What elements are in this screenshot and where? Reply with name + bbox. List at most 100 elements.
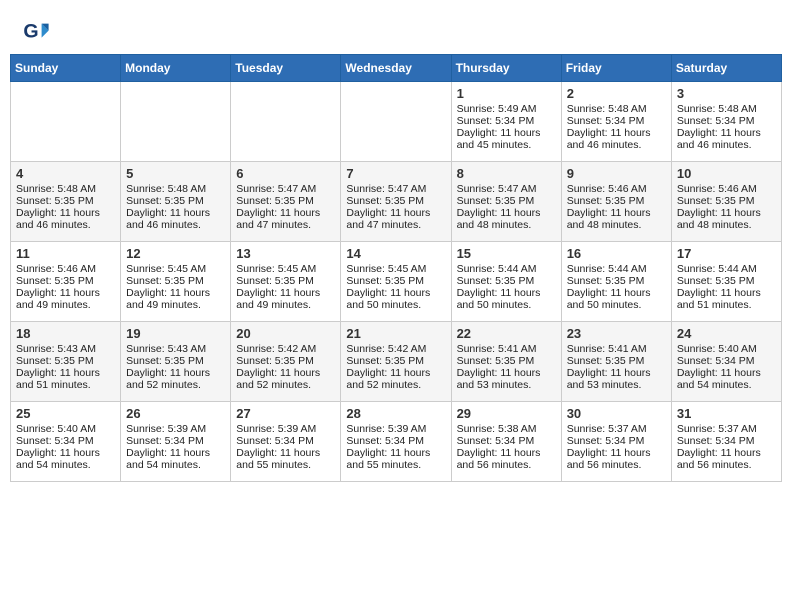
cell-content: Sunset: 5:35 PM <box>16 355 115 367</box>
cell-content: Sunset: 5:35 PM <box>457 195 556 207</box>
cell-content: Sunrise: 5:39 AM <box>126 423 225 435</box>
cell-content: Daylight: 11 hours <box>346 367 445 379</box>
cell-content: and 49 minutes. <box>16 299 115 311</box>
calendar-cell: 23Sunrise: 5:41 AMSunset: 5:35 PMDayligh… <box>561 322 671 402</box>
cell-content: Sunrise: 5:48 AM <box>126 183 225 195</box>
cell-content: Daylight: 11 hours <box>457 287 556 299</box>
cell-content: and 52 minutes. <box>236 379 335 391</box>
calendar-cell: 12Sunrise: 5:45 AMSunset: 5:35 PMDayligh… <box>121 242 231 322</box>
cell-content: Daylight: 11 hours <box>457 207 556 219</box>
cell-content: and 46 minutes. <box>126 219 225 231</box>
cell-content: Sunset: 5:34 PM <box>236 435 335 447</box>
cell-content: and 45 minutes. <box>457 139 556 151</box>
calendar-cell: 25Sunrise: 5:40 AMSunset: 5:34 PMDayligh… <box>11 402 121 482</box>
cell-content: and 46 minutes. <box>16 219 115 231</box>
calendar-cell: 14 Sunrise: 5:45 AMSunset: 5:35 PMDayligh… <box>341 242 451 322</box>
cell-content: Daylight: 11 hours <box>236 367 335 379</box>
cell-content: Sunrise: 5:49 AM <box>457 103 556 115</box>
calendar-table: SundayMondayTuesdayWednesdayThursdayFrid… <box>10 54 782 482</box>
cell-content: and 56 minutes. <box>567 459 666 471</box>
cell-content: and 54 minutes. <box>677 379 776 391</box>
day-number: 13 <box>236 246 335 261</box>
calendar-cell: 15Sunrise: 5:44 AMSunset: 5:35 PMDayligh… <box>451 242 561 322</box>
cell-content: Daylight: 11 hours <box>236 447 335 459</box>
cell-content: and 47 minutes. <box>346 219 445 231</box>
day-number: 27 <box>236 406 335 421</box>
day-number: 26 <box>126 406 225 421</box>
cell-content: Sunset: 5:34 PM <box>677 435 776 447</box>
weekday-header-wednesday: Wednesday <box>341 55 451 82</box>
svg-text:G: G <box>23 21 38 43</box>
calendar-cell: 21Sunrise: 5:42 AMSunset: 5:35 PMDayligh… <box>341 322 451 402</box>
cell-content: Sunset: 5:34 PM <box>346 435 445 447</box>
weekday-header-thursday: Thursday <box>451 55 561 82</box>
day-number: 14 <box>346 246 445 261</box>
week-row-5: 25Sunrise: 5:40 AMSunset: 5:34 PMDayligh… <box>11 402 782 482</box>
calendar-cell <box>121 82 231 162</box>
calendar-cell: 13Sunrise: 5:45 AMSunset: 5:35 PMDayligh… <box>231 242 341 322</box>
cell-content: Daylight: 11 hours <box>346 287 445 299</box>
cell-content: Sunset: 5:35 PM <box>126 195 225 207</box>
cell-content: Sunrise: 5:43 AM <box>126 343 225 355</box>
cell-content: Daylight: 11 hours <box>126 207 225 219</box>
cell-content: and 48 minutes. <box>457 219 556 231</box>
calendar-cell: 17Sunrise: 5:44 AMSunset: 5:35 PMDayligh… <box>671 242 781 322</box>
calendar-cell: 27 Sunrise: 5:39 AMSunset: 5:34 PMDayligh… <box>231 402 341 482</box>
cell-content: and 52 minutes. <box>126 379 225 391</box>
cell-content: Sunset: 5:35 PM <box>567 275 666 287</box>
day-number: 29 <box>457 406 556 421</box>
cell-content: Daylight: 11 hours <box>567 207 666 219</box>
cell-content: Sunset: 5:34 PM <box>677 115 776 127</box>
cell-content: Daylight: 11 hours <box>16 367 115 379</box>
cell-content: Sunset: 5:35 PM <box>346 275 445 287</box>
cell-content: Sunrise: 5:46 AM <box>567 183 666 195</box>
cell-content: Sunrise: 5:45 AM <box>346 263 445 275</box>
cell-content: Sunrise: 5:39 AM <box>346 423 445 435</box>
weekday-header-sunday: Sunday <box>11 55 121 82</box>
cell-content: Sunrise: 5:42 AM <box>236 343 335 355</box>
cell-content: and 48 minutes. <box>677 219 776 231</box>
cell-content: Daylight: 11 hours <box>677 207 776 219</box>
day-number: 30 <box>567 406 666 421</box>
cell-content: Daylight: 11 hours <box>677 127 776 139</box>
cell-content: Sunrise: 5:39 AM <box>236 423 335 435</box>
cell-content: Daylight: 11 hours <box>567 127 666 139</box>
day-number: 11 <box>16 246 115 261</box>
calendar-cell <box>11 82 121 162</box>
cell-content: and 46 minutes. <box>677 139 776 151</box>
day-number: 2 <box>567 86 666 101</box>
logo-icon: G <box>22 18 50 46</box>
cell-content: Sunrise: 5:37 AM <box>677 423 776 435</box>
day-number: 22 <box>457 326 556 341</box>
cell-content: and 54 minutes. <box>126 459 225 471</box>
cell-content: and 52 minutes. <box>346 379 445 391</box>
cell-content: Daylight: 11 hours <box>346 447 445 459</box>
calendar-cell: 19Sunrise: 5:43 AMSunset: 5:35 PMDayligh… <box>121 322 231 402</box>
day-number: 8 <box>457 166 556 181</box>
cell-content: and 51 minutes. <box>677 299 776 311</box>
cell-content: and 48 minutes. <box>567 219 666 231</box>
cell-content: Sunset: 5:35 PM <box>236 355 335 367</box>
cell-content: Sunrise: 5:41 AM <box>567 343 666 355</box>
cell-content: and 50 minutes. <box>346 299 445 311</box>
cell-content: Sunrise: 5:48 AM <box>677 103 776 115</box>
cell-content: Sunset: 5:35 PM <box>126 275 225 287</box>
calendar-cell: 29Sunrise: 5:38 AMSunset: 5:34 PMDayligh… <box>451 402 561 482</box>
cell-content: Daylight: 11 hours <box>16 447 115 459</box>
cell-content: Sunset: 5:34 PM <box>457 435 556 447</box>
day-number: 10 <box>677 166 776 181</box>
calendar-cell: 6Sunrise: 5:47 AMSunset: 5:35 PMDaylight… <box>231 162 341 242</box>
cell-content: Sunset: 5:35 PM <box>567 195 666 207</box>
cell-content: Daylight: 11 hours <box>16 207 115 219</box>
cell-content: and 54 minutes. <box>16 459 115 471</box>
week-row-4: 18Sunrise: 5:43 AMSunset: 5:35 PMDayligh… <box>11 322 782 402</box>
calendar-cell <box>231 82 341 162</box>
cell-content: Sunrise: 5:42 AM <box>346 343 445 355</box>
cell-content: Sunset: 5:34 PM <box>677 355 776 367</box>
day-number: 28 <box>346 406 445 421</box>
cell-content: and 51 minutes. <box>16 379 115 391</box>
cell-content: Sunset: 5:35 PM <box>457 355 556 367</box>
cell-content: Sunset: 5:35 PM <box>16 195 115 207</box>
week-row-1: 1Sunrise: 5:49 AMSunset: 5:34 PMDaylight… <box>11 82 782 162</box>
day-number: 5 <box>126 166 225 181</box>
